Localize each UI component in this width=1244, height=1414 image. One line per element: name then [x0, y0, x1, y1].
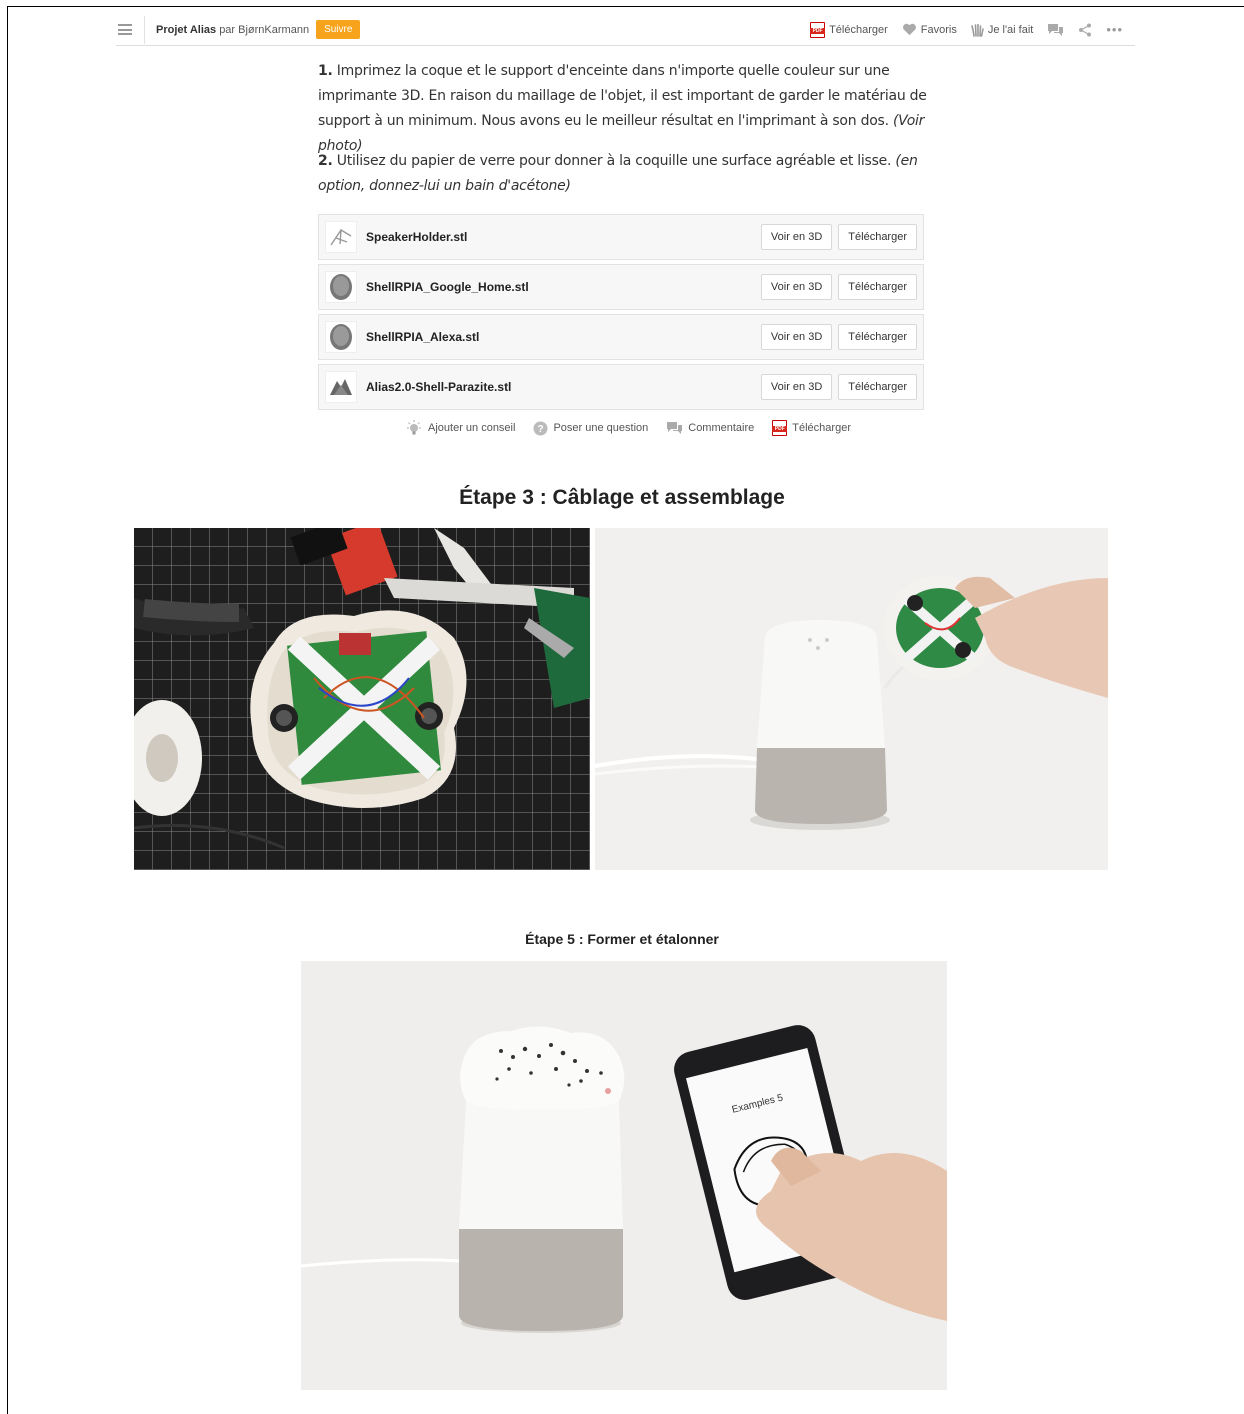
- pdf-icon: [810, 21, 826, 38]
- download-pdf-button[interactable]: Télécharger: [810, 21, 888, 38]
- favorites-label: Favoris: [920, 23, 957, 36]
- file-name[interactable]: Alias2.0-Shell-Parazite.stl: [366, 380, 511, 394]
- download-file-button[interactable]: Télécharger: [838, 274, 917, 300]
- step-actions: Ajouter un conseil ? Poser une question …: [405, 419, 851, 437]
- file-thumbnail[interactable]: [325, 221, 357, 253]
- made-it-button[interactable]: Je l'ai fait: [971, 23, 1034, 37]
- view-3d-button[interactable]: Voir en 3D: [760, 324, 833, 350]
- favorites-button[interactable]: Favoris: [902, 23, 957, 36]
- file-row: SpeakerHolder.stl Voir en 3D Télécharger: [318, 214, 924, 260]
- shell-icon: [330, 324, 352, 350]
- download-label: Télécharger: [829, 23, 888, 36]
- file-name[interactable]: ShellRPIA_Alexa.stl: [366, 330, 479, 344]
- speaker-holder-icon: [330, 229, 352, 246]
- question-icon: ?: [533, 421, 548, 435]
- download-file-button[interactable]: Télécharger: [838, 324, 917, 350]
- parazite-icon: [330, 379, 352, 395]
- pdf-icon: [772, 420, 788, 436]
- share-icon: [1079, 23, 1092, 36]
- lightbulb-icon: [407, 420, 421, 435]
- ask-question-button[interactable]: ? Poser une question: [533, 421, 648, 436]
- step-instruction-1: 1. Imprimez la coque et le support d'enc…: [318, 59, 928, 159]
- file-row: Alias2.0-Shell-Parazite.stl Voir en 3D T…: [318, 364, 924, 410]
- file-thumbnail[interactable]: [325, 271, 357, 303]
- download-pdf-button[interactable]: Télécharger: [772, 420, 851, 436]
- step-5-title: Étape 5 : Former et étalonner: [525, 931, 719, 947]
- download-file-button[interactable]: Télécharger: [838, 374, 917, 400]
- hand-icon: [971, 23, 984, 37]
- download-file-button[interactable]: Télécharger: [838, 224, 917, 250]
- file-list: SpeakerHolder.stl Voir en 3D Télécharger…: [318, 214, 924, 414]
- comment-button[interactable]: Commentaire: [666, 421, 754, 435]
- comments-icon: [1048, 23, 1064, 36]
- instruction-2-number: 2.: [318, 153, 333, 169]
- project-author[interactable]: par BjørnKarmann: [219, 24, 309, 36]
- menu-icon[interactable]: [118, 24, 132, 35]
- view-3d-button[interactable]: Voir en 3D: [760, 274, 833, 300]
- view-3d-button[interactable]: Voir en 3D: [760, 374, 833, 400]
- toolbar-actions: Télécharger Favoris Je l'ai fait •••: [810, 21, 1135, 38]
- file-thumbnail[interactable]: [325, 371, 357, 403]
- follow-button[interactable]: Suivre: [316, 20, 361, 39]
- share-button[interactable]: [1078, 23, 1092, 37]
- file-row: ShellRPIA_Alexa.stl Voir en 3D Télécharg…: [318, 314, 924, 360]
- file-thumbnail[interactable]: [325, 321, 357, 353]
- assembly-photo[interactable]: [595, 528, 1108, 870]
- instruction-1-text: Imprimez la coque et le support d'encein…: [318, 63, 927, 129]
- toolbar-divider: [144, 15, 145, 44]
- comments-button[interactable]: [1047, 23, 1064, 37]
- step-3-title: Étape 3 : Câblage et assemblage: [459, 486, 785, 509]
- instruction-2-text: Utilisez du papier de verre pour donner …: [332, 153, 896, 169]
- project-toolbar: Projet Alias par BjørnKarmann Suivre Tél…: [116, 14, 1135, 46]
- heart-icon: [902, 23, 916, 36]
- shell-icon: [330, 274, 352, 300]
- ask-question-label: Poser une question: [553, 422, 649, 434]
- instruction-1-number: 1.: [318, 63, 333, 79]
- view-3d-button[interactable]: Voir en 3D: [760, 224, 833, 250]
- step-instruction-2: 2. Utilisez du papier de verre pour donn…: [318, 149, 928, 199]
- project-name[interactable]: Projet Alias: [156, 24, 216, 36]
- comment-label: Commentaire: [688, 422, 755, 434]
- file-name[interactable]: SpeakerHolder.stl: [366, 230, 467, 244]
- project-title: Projet Alias par BjørnKarmann: [156, 24, 309, 36]
- file-name[interactable]: ShellRPIA_Google_Home.stl: [366, 280, 529, 294]
- file-row: ShellRPIA_Google_Home.stl Voir en 3D Tél…: [318, 264, 924, 310]
- wiring-photo[interactable]: [134, 528, 590, 870]
- training-photo[interactable]: Examples 5: [301, 961, 947, 1390]
- more-icon[interactable]: •••: [1106, 22, 1123, 37]
- made-it-label: Je l'ai fait: [987, 23, 1034, 36]
- add-tip-button[interactable]: Ajouter un conseil: [405, 419, 515, 437]
- comments-icon: [667, 422, 683, 434]
- svg-text:?: ?: [538, 424, 544, 435]
- add-tip-label: Ajouter un conseil: [428, 422, 516, 434]
- download-label: Télécharger: [792, 422, 851, 434]
